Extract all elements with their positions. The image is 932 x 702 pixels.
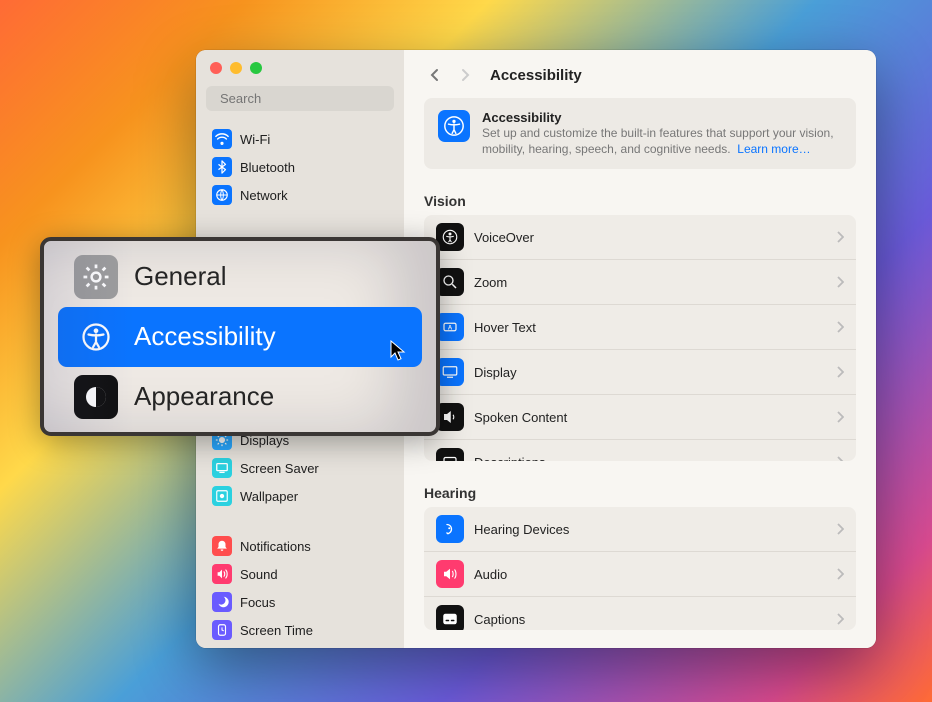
chevron-right-icon	[836, 366, 844, 378]
page-title: Accessibility	[490, 67, 582, 84]
sidebar-item-screensaver[interactable]: Screen Saver	[206, 454, 394, 482]
pref-row-audio[interactable]: Audio	[424, 551, 856, 596]
pref-row-voiceover[interactable]: VoiceOver	[424, 215, 856, 259]
sidebar-item-network[interactable]: Network	[206, 181, 394, 209]
pref-row-spoken[interactable]: Spoken Content	[424, 394, 856, 439]
info-text: Accessibility Set up and customize the b…	[482, 110, 842, 157]
notifications-icon	[212, 536, 232, 556]
accessibility-icon	[438, 110, 470, 142]
search-field-wrapper[interactable]	[206, 86, 394, 111]
bluetooth-icon	[212, 157, 232, 177]
focus-icon	[212, 592, 232, 612]
sidebar-item-bluetooth[interactable]: Bluetooth	[206, 153, 394, 181]
pref-label: Hearing Devices	[474, 522, 836, 537]
screensaver-icon	[212, 458, 232, 478]
chevron-right-icon	[836, 231, 844, 243]
sidebar-item-label: Screen Saver	[240, 461, 319, 476]
pref-list-vision: VoiceOver Zoom A Hover Text	[424, 215, 856, 461]
pref-label: Display	[474, 365, 836, 380]
pref-row-zoom[interactable]: Zoom	[424, 259, 856, 304]
screentime-icon	[212, 620, 232, 640]
hearing-devices-icon	[436, 515, 464, 543]
pref-label: VoiceOver	[474, 230, 836, 245]
magnifier-overlay: General Accessibility Appearance	[40, 237, 440, 436]
pref-label: Audio	[474, 567, 836, 582]
sidebar-item-label: Sound	[240, 567, 278, 582]
wifi-icon	[212, 129, 232, 149]
pref-row-descriptions[interactable]: Descriptions	[424, 439, 856, 461]
section-title-hearing: Hearing	[424, 485, 856, 501]
accessibility-icon	[74, 315, 118, 359]
gear-icon	[74, 255, 118, 299]
magnified-item-general[interactable]: General	[58, 247, 422, 307]
svg-text:A: A	[448, 326, 453, 332]
magnified-label: Appearance	[134, 381, 274, 412]
pref-label: Captions	[474, 612, 836, 627]
hover-text-icon: A	[436, 313, 464, 341]
sidebar-item-label: Network	[240, 188, 288, 203]
pref-list-hearing: Hearing Devices Audio Captions	[424, 507, 856, 630]
chevron-right-icon	[836, 523, 844, 535]
zoom-icon	[436, 268, 464, 296]
pref-label: Zoom	[474, 275, 836, 290]
voiceover-icon	[436, 223, 464, 251]
sidebar-group-network: Wi-Fi Bluetooth Network	[196, 121, 404, 213]
maximize-button[interactable]	[250, 62, 262, 74]
pref-row-display[interactable]: Display	[424, 349, 856, 394]
minimize-button[interactable]	[230, 62, 242, 74]
magnified-item-appearance[interactable]: Appearance	[58, 367, 422, 427]
sound-icon	[212, 564, 232, 584]
nav-back-button[interactable]	[424, 64, 446, 86]
sidebar-item-label: Focus	[240, 595, 275, 610]
sidebar-item-wallpaper[interactable]: Wallpaper	[206, 482, 394, 510]
learn-more-link[interactable]: Learn more…	[737, 142, 810, 156]
sidebar-item-focus[interactable]: Focus	[206, 588, 394, 616]
info-title: Accessibility	[482, 110, 842, 125]
section-title-vision: Vision	[424, 193, 856, 209]
sidebar-item-label: Screen Time	[240, 623, 313, 638]
header: Accessibility	[404, 50, 876, 96]
nav-forward-button[interactable]	[454, 64, 476, 86]
sidebar-item-label: Bluetooth	[240, 160, 295, 175]
pref-label: Spoken Content	[474, 410, 836, 425]
chevron-right-icon	[836, 613, 844, 625]
magnified-item-accessibility[interactable]: Accessibility	[58, 307, 422, 367]
magnified-label: General	[134, 261, 227, 292]
pref-row-hearingdevices[interactable]: Hearing Devices	[424, 507, 856, 551]
display-icon	[436, 358, 464, 386]
network-icon	[212, 185, 232, 205]
sidebar-item-wifi[interactable]: Wi-Fi	[206, 125, 394, 153]
sidebar-item-screentime[interactable]: Screen Time	[206, 616, 394, 644]
pref-label: Descriptions	[474, 455, 836, 462]
sidebar-item-sound[interactable]: Sound	[206, 560, 394, 588]
appearance-icon	[74, 375, 118, 419]
descriptions-icon	[436, 448, 464, 461]
chevron-right-icon	[836, 568, 844, 580]
chevron-right-icon	[836, 456, 844, 461]
close-button[interactable]	[210, 62, 222, 74]
chevron-right-icon	[836, 411, 844, 423]
captions-icon	[436, 605, 464, 630]
sidebar-item-label: Wallpaper	[240, 489, 298, 504]
main-content: Accessibility Accessibility Set up and c…	[404, 50, 876, 648]
chevron-right-icon	[836, 276, 844, 288]
sidebar-item-label: Notifications	[240, 539, 311, 554]
pref-label: Hover Text	[474, 320, 836, 335]
pref-row-captions[interactable]: Captions	[424, 596, 856, 630]
wallpaper-icon	[212, 486, 232, 506]
search-input[interactable]	[220, 91, 396, 106]
sidebar-group-alerts: Notifications Sound Focus Screen Time	[196, 528, 404, 648]
spoken-content-icon	[436, 403, 464, 431]
pref-row-hovertext[interactable]: A Hover Text	[424, 304, 856, 349]
info-card: Accessibility Set up and customize the b…	[424, 98, 856, 169]
sidebar-item-notifications[interactable]: Notifications	[206, 532, 394, 560]
info-description: Set up and customize the built-in featur…	[482, 125, 842, 157]
audio-icon	[436, 560, 464, 588]
sidebar-item-label: Wi-Fi	[240, 132, 270, 147]
chevron-right-icon	[836, 321, 844, 333]
magnified-label: Accessibility	[134, 321, 276, 352]
window-controls	[196, 58, 404, 86]
